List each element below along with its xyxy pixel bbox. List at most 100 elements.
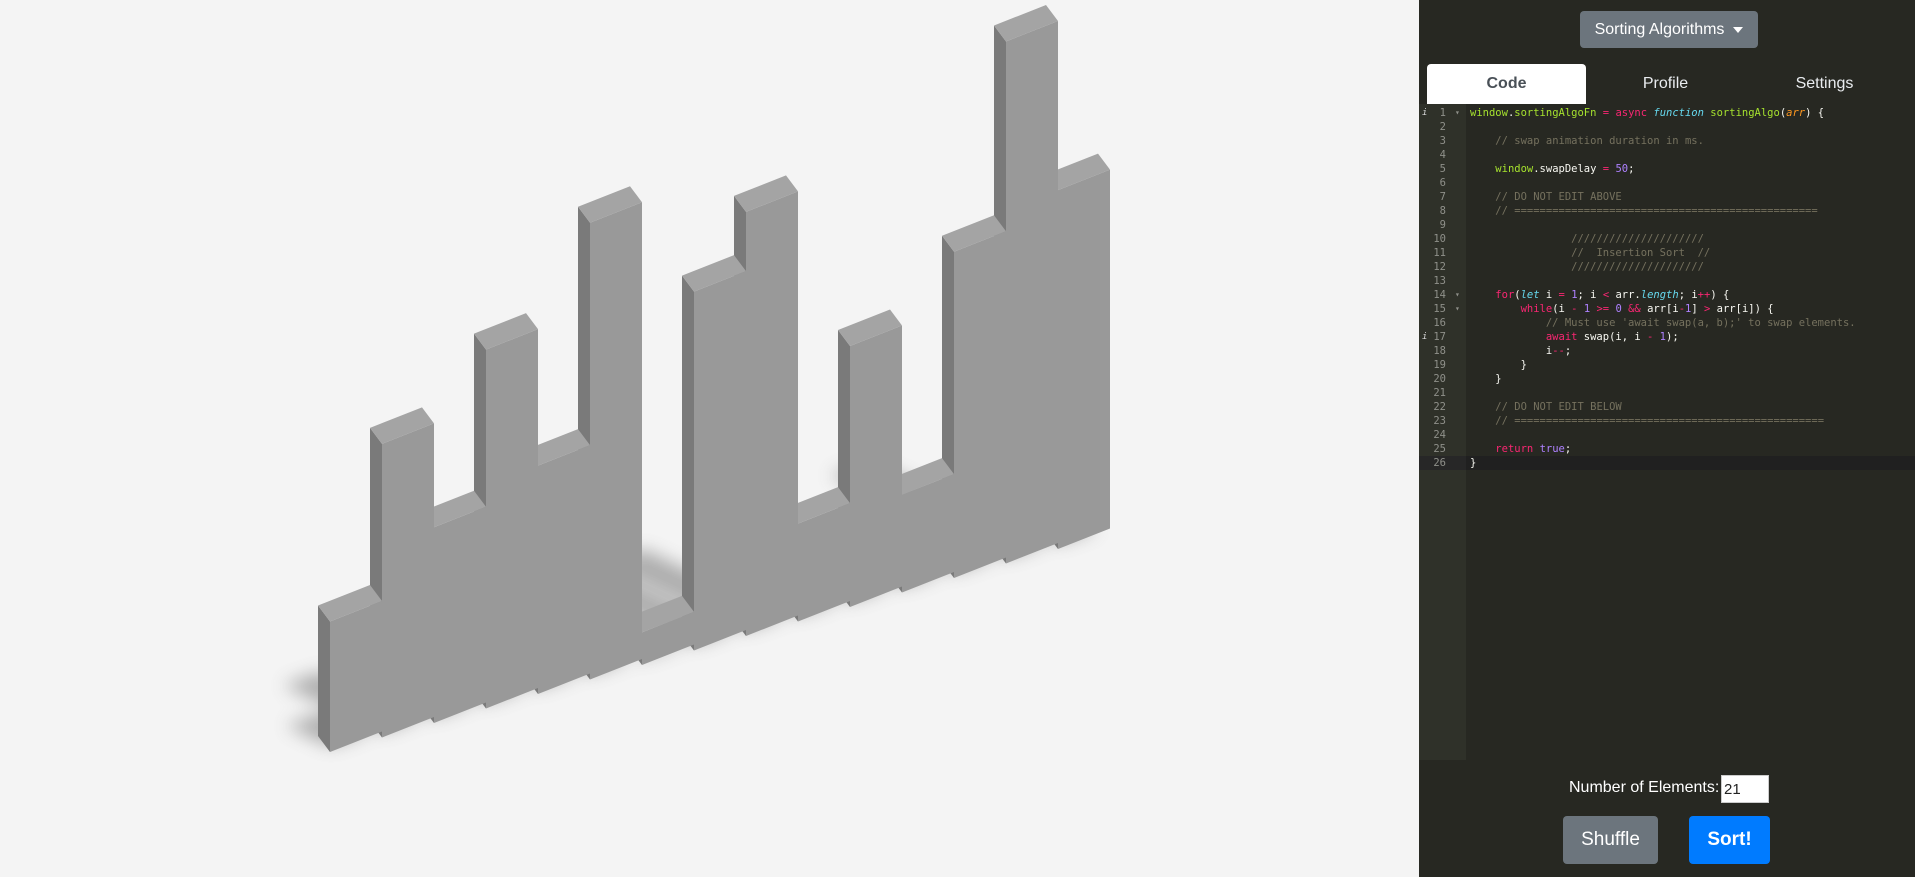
code-text: window.sortingAlgoFn = async function so… [1470,107,1825,119]
info-annotation-icon[interactable]: i [1422,330,1427,344]
line-number: 13 [1433,275,1446,287]
bar-front-face [798,503,850,622]
fold-arrow-icon[interactable]: ▾ [1455,302,1460,316]
line-number: 9 [1439,219,1446,231]
bar-front-face [434,506,486,723]
control-panel: Sorting Algorithms Code Profile Settings… [1419,0,1915,877]
code-text: return true; [1495,443,1572,455]
line-number: 20 [1433,373,1446,385]
line-number: 25 [1433,443,1446,455]
line-number: 21 [1433,387,1446,399]
code-lines: 1 i ▾ window.sortingAlgoFn = async function… [1419,106,1915,470]
code-text: // Insertion Sort // [1571,247,1711,259]
code-line[interactable]: 15 ▾ while(i - 1 >= 0 && arr[i-1] > arr[i… [1419,302,1915,316]
tab-profile[interactable]: Profile [1586,64,1745,104]
code-line[interactable]: 9 [1419,218,1915,232]
code-text: // DO NOT EDIT BELOW [1495,401,1622,413]
line-number: 4 [1439,149,1446,161]
line-number: 7 [1439,191,1446,203]
code-text: i--; [1470,345,1572,357]
code-text: // DO NOT EDIT ABOVE [1495,191,1622,203]
bar-side-face [682,275,694,651]
bar-front-face [954,231,1006,578]
code-line[interactable]: 12 ///////////////////// [1419,260,1915,274]
3d-visualization-viewport[interactable] [0,0,1419,877]
code-text: } [1470,373,1502,385]
line-number: 10 [1433,233,1446,245]
bar-front-face [694,271,746,651]
code-line[interactable]: 4 [1419,148,1915,162]
fold-arrow-icon[interactable]: ▾ [1455,288,1460,302]
code-text: } [1470,457,1477,469]
line-number: 5 [1439,163,1446,175]
code-line[interactable]: 8 // ===================================… [1419,204,1915,218]
code-text: while(i - 1 >= 0 && arr[i-1] > arr[i]) { [1520,303,1774,315]
bar-front-face [330,601,382,752]
num-elements-input[interactable] [1721,775,1769,803]
fold-arrow-icon[interactable]: ▾ [1455,106,1460,120]
bar-front-face [590,202,642,680]
tab-code[interactable]: Code [1427,64,1586,104]
code-line[interactable]: 6 [1419,176,1915,190]
code-line[interactable]: 22 // DO NOT EDIT BELOW [1419,400,1915,414]
info-annotation-icon[interactable]: i [1422,106,1427,120]
code-line[interactable]: 24 [1419,428,1915,442]
line-number: 26 [1419,456,1466,470]
code-line[interactable]: 7 // DO NOT EDIT ABOVE [1419,190,1915,204]
code-text: // =====================================… [1495,205,1818,217]
code-editor[interactable]: 1 i ▾ window.sortingAlgoFn = async function… [1419,104,1915,760]
line-number: 19 [1433,359,1446,371]
code-line[interactable]: 17 i await swap(i, i - 1); [1419,330,1915,344]
code-line[interactable]: 19 } [1419,358,1915,372]
tab-settings[interactable]: Settings [1745,64,1904,104]
line-number: 24 [1433,429,1446,441]
bar-side-face [318,605,330,752]
bar-front-face [1006,21,1058,564]
code-text: window.swapDelay = 50; [1495,163,1635,175]
line-number: 8 [1439,205,1446,217]
line-number: 3 [1439,135,1446,147]
code-line[interactable]: 18 i--; [1419,344,1915,358]
code-line[interactable]: 1 i ▾ window.sortingAlgoFn = async function… [1419,106,1915,120]
code-line[interactable]: 16 // Must use 'await swap(a, b);' to sw… [1419,316,1915,330]
code-line[interactable]: 20 } [1419,372,1915,386]
array-bar [318,585,382,752]
line-number: 12 [1433,261,1446,273]
code-line[interactable]: 25 return true; [1419,442,1915,456]
shuffle-button[interactable]: Shuffle [1563,816,1658,864]
line-number: 16 [1433,317,1446,329]
code-text: // Must use 'await swap(a, b);' to swap … [1545,317,1856,329]
code-line[interactable]: 21 [1419,386,1915,400]
code-text: // =====================================… [1495,415,1825,427]
code-line[interactable]: 26} [1419,456,1915,470]
bar-front-face [902,474,954,593]
line-number: 22 [1433,401,1446,413]
bar-front-face [746,191,798,636]
line-number: 11 [1433,247,1446,259]
code-line[interactable]: 5 window.swapDelay = 50; [1419,162,1915,176]
code-text: // swap animation duration in ms. [1495,135,1704,147]
sort-button[interactable]: Sort! [1689,816,1770,864]
line-number: 2 [1439,121,1446,133]
line-number: 23 [1433,415,1446,427]
code-line[interactable]: 14 ▾ for(let i = 1; i < arr.length; i++) … [1419,288,1915,302]
code-line[interactable]: 13 [1419,274,1915,288]
code-line[interactable]: 23 // ==================================… [1419,414,1915,428]
bars-3d-scene [282,5,1110,752]
algorithm-dropdown-label: Sorting Algorithms [1594,20,1725,38]
bar-front-face [850,325,902,607]
code-text: await swap(i, i - 1); [1545,331,1679,343]
algorithm-dropdown[interactable]: Sorting Algorithms [1580,11,1758,48]
code-text: ///////////////////// [1571,261,1704,273]
caret-down-icon [1733,27,1744,33]
code-line[interactable]: 11 // Insertion Sort // [1419,246,1915,260]
num-elements-label: Number of Elements: [1569,779,1720,796]
code-line[interactable]: 2 [1419,120,1915,134]
code-text: ///////////////////// [1571,233,1704,245]
bar-front-face [1058,169,1110,549]
code-line[interactable]: 3 // swap animation duration in ms. [1419,134,1915,148]
code-line[interactable]: 10 ///////////////////// [1419,232,1915,246]
line-number: 6 [1439,177,1446,189]
bar-front-face [486,329,538,709]
code-text: for(let i = 1; i < arr.length; i++) { [1495,289,1730,301]
